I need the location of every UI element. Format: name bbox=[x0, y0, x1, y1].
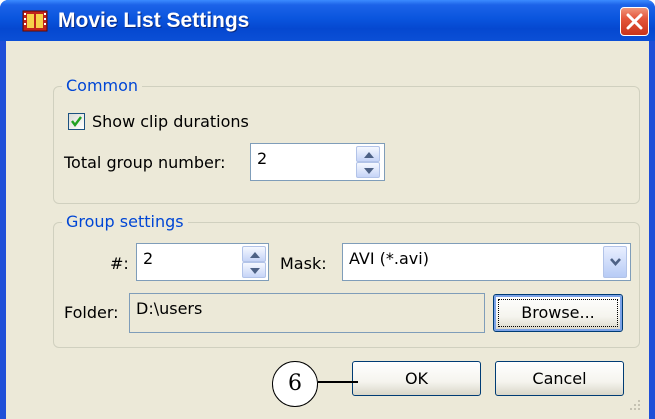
close-button[interactable] bbox=[620, 7, 649, 36]
folder-label: Folder: bbox=[64, 303, 119, 322]
close-icon bbox=[626, 13, 643, 30]
folder-input[interactable]: D:\users bbox=[129, 293, 485, 333]
group-number-spinner[interactable] bbox=[242, 246, 266, 278]
arrow-up-icon bbox=[364, 152, 374, 158]
checkmark-icon bbox=[71, 116, 82, 127]
arrow-down-icon bbox=[250, 268, 260, 274]
total-group-label: Total group number: bbox=[64, 153, 226, 172]
cancel-button[interactable]: Cancel bbox=[495, 361, 624, 396]
callout-number-6: 6 bbox=[272, 361, 318, 407]
film-strip-icon bbox=[22, 10, 48, 32]
show-durations-checkbox[interactable] bbox=[68, 113, 85, 130]
spin-up-button[interactable] bbox=[242, 246, 266, 262]
arrow-down-icon bbox=[364, 168, 374, 174]
spin-down-button[interactable] bbox=[356, 162, 380, 178]
arrow-up-icon bbox=[250, 252, 260, 258]
title-bar[interactable]: Movie List Settings bbox=[0, 0, 655, 41]
ok-button-label: OK bbox=[404, 369, 429, 388]
total-group-spinner[interactable] bbox=[356, 146, 380, 178]
common-legend: Common bbox=[62, 77, 143, 95]
group-settings-legend: Group settings bbox=[62, 213, 188, 231]
resize-grip-icon[interactable] bbox=[628, 398, 642, 412]
cancel-button-label: Cancel bbox=[532, 369, 587, 388]
browse-button[interactable]: Browse... bbox=[493, 294, 623, 332]
chevron-down-icon bbox=[610, 258, 621, 266]
spin-up-button[interactable] bbox=[356, 146, 380, 162]
spin-down-button[interactable] bbox=[242, 262, 266, 278]
window-title: Movie List Settings bbox=[58, 9, 250, 32]
dialog-window: Movie List Settings Common Show clip dur… bbox=[0, 0, 655, 419]
show-durations-label[interactable]: Show clip durations bbox=[92, 112, 249, 132]
ok-button[interactable]: OK bbox=[352, 361, 481, 396]
focus-rectangle bbox=[498, 299, 618, 327]
dialog-client-area: Common Show clip durations Total group n… bbox=[6, 41, 649, 419]
mask-select[interactable]: AVI (*.avi) bbox=[342, 243, 631, 281]
mask-dropdown-button[interactable] bbox=[603, 246, 627, 278]
mask-label: Mask: bbox=[280, 254, 327, 273]
callout-pointer-line bbox=[318, 381, 358, 383]
group-number-label: #: bbox=[110, 254, 129, 273]
